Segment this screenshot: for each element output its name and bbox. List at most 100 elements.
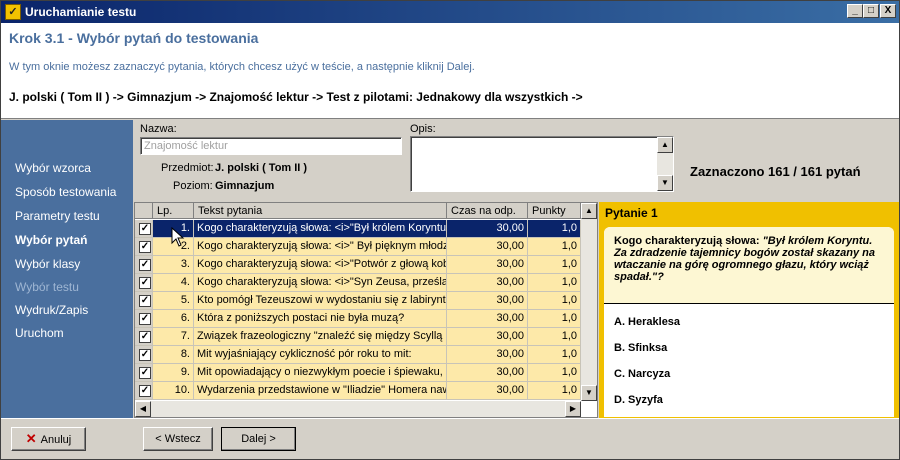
checkmark-icon[interactable]: ✓ [139, 277, 151, 289]
cell-text[interactable]: Wydarzenia przedstawione w "Iliadzie" Ho… [194, 382, 447, 400]
cell-points[interactable]: 1,0 [528, 382, 581, 400]
table-row[interactable]: ✓ 5. Kto pomógł Tezeuszowi w wydostaniu si… [135, 292, 581, 310]
checkmark-icon[interactable]: ✓ [139, 259, 151, 271]
cell-time[interactable]: 30,00 [447, 292, 528, 310]
cell-time[interactable]: 30,00 [447, 364, 528, 382]
column-header-lp[interactable]: Lp. [153, 203, 194, 219]
row-checkbox-cell[interactable]: ✓ [135, 238, 153, 256]
grid-horizontal-scrollbar[interactable]: ◀ ▶ [135, 401, 581, 417]
scroll-down-arrow-icon[interactable]: ▼ [657, 175, 673, 191]
cell-points[interactable]: 1,0 [528, 274, 581, 292]
sidebar-item-wybor-pytan[interactable]: Wybór pytań [15, 233, 87, 247]
column-header-check[interactable] [135, 203, 153, 219]
sidebar-item-wydruk-zapis[interactable]: Wydruk/Zapis [15, 303, 88, 317]
cell-points[interactable]: 1,0 [528, 292, 581, 310]
cell-text[interactable]: Związek frazeologiczny "znaleźć się międ… [194, 328, 447, 346]
table-row[interactable]: ✓ 8. Mit wyjaśniający cykliczność pór roku… [135, 346, 581, 364]
cell-text[interactable]: Mit wyjaśniający cykliczność pór roku to… [194, 346, 447, 364]
cell-points[interactable]: 1,0 [528, 346, 581, 364]
row-checkbox-cell[interactable]: ✓ [135, 346, 153, 364]
row-checkbox-cell[interactable]: ✓ [135, 256, 153, 274]
checkmark-icon[interactable]: ✓ [139, 331, 151, 343]
cell-time[interactable]: 30,00 [447, 238, 528, 256]
cell-text[interactable]: Kogo charakteryzują słowa: <i>"Był króle… [194, 220, 447, 238]
cell-points[interactable]: 1,0 [528, 256, 581, 274]
back-button[interactable]: < Wstecz [143, 427, 213, 451]
scroll-up-arrow-icon[interactable]: ▲ [581, 203, 597, 219]
cell-lp[interactable]: 9. [153, 364, 194, 382]
table-row[interactable]: ✓ 3. Kogo charakteryzują słowa: <i>"Potwór… [135, 256, 581, 274]
checkmark-icon[interactable]: ✓ [139, 313, 151, 325]
cell-time[interactable]: 30,00 [447, 382, 528, 400]
cell-time[interactable]: 30,00 [447, 220, 528, 238]
description-field[interactable]: ▲ ▼ [410, 136, 674, 192]
column-header-points[interactable]: Punkty [528, 203, 581, 219]
table-row[interactable]: ✓ 2. Kogo charakteryzują słowa: <i>" Był p… [135, 238, 581, 256]
row-checkbox-cell[interactable]: ✓ [135, 292, 153, 310]
cell-points[interactable]: 1,0 [528, 238, 581, 256]
cell-time[interactable]: 30,00 [447, 310, 528, 328]
sidebar-item-uruchom[interactable]: Uruchom [15, 326, 64, 340]
cell-text[interactable]: Kogo charakteryzują słowa: <i>"Syn Zeusa… [194, 274, 447, 292]
row-checkbox-cell[interactable]: ✓ [135, 328, 153, 346]
sidebar-item-sposob-testowania[interactable]: Sposób testowania [15, 185, 116, 199]
sidebar-item-wybor-wzorca[interactable]: Wybór wzorca [15, 161, 91, 175]
checkmark-icon[interactable]: ✓ [139, 223, 151, 235]
table-row[interactable]: ✓ 1. Kogo charakteryzują słowa: <i>"Był kr… [135, 220, 581, 238]
row-checkbox-cell[interactable]: ✓ [135, 220, 153, 238]
cell-text[interactable]: Która z poniższych postaci nie była muzą… [194, 310, 447, 328]
scroll-down-arrow-icon[interactable]: ▼ [581, 385, 597, 401]
sidebar-item-wybor-klasy[interactable]: Wybór klasy [15, 257, 80, 271]
cell-time[interactable]: 30,00 [447, 328, 528, 346]
checkmark-icon[interactable]: ✓ [139, 241, 151, 253]
answer-c: C. Narcyza [614, 368, 671, 380]
cell-text[interactable]: Mit opowiadający o niezwykłym poecie i ś… [194, 364, 447, 382]
cell-lp[interactable]: 3. [153, 256, 194, 274]
cell-time[interactable]: 30,00 [447, 256, 528, 274]
cell-time[interactable]: 30,00 [447, 274, 528, 292]
cell-points[interactable]: 1,0 [528, 364, 581, 382]
table-row[interactable]: ✓ 10. Wydarzenia przedstawione w "Iliadzie… [135, 382, 581, 400]
minimize-button[interactable]: _ [847, 4, 863, 18]
cancel-button[interactable]: ✕ Anuluj [11, 427, 86, 451]
close-button[interactable]: X [880, 4, 896, 18]
cell-points[interactable]: 1,0 [528, 220, 581, 238]
scroll-left-arrow-icon[interactable]: ◀ [135, 401, 151, 417]
grid-vertical-scrollbar[interactable]: ▲ ▼ [581, 203, 597, 401]
table-row[interactable]: ✓ 6. Która z poniższych postaci nie była m… [135, 310, 581, 328]
scroll-up-arrow-icon[interactable]: ▲ [657, 137, 673, 153]
cell-lp[interactable]: 4. [153, 274, 194, 292]
table-row[interactable]: ✓ 4. Kogo charakteryzują słowa: <i>"Syn Ze… [135, 274, 581, 292]
row-checkbox-cell[interactable]: ✓ [135, 310, 153, 328]
cell-lp[interactable]: 6. [153, 310, 194, 328]
checkmark-icon[interactable]: ✓ [139, 385, 151, 397]
maximize-button[interactable]: □ [863, 4, 879, 18]
cell-time[interactable]: 30,00 [447, 346, 528, 364]
row-checkbox-cell[interactable]: ✓ [135, 364, 153, 382]
cell-text[interactable]: Kogo charakteryzują słowa: <i>" Był pięk… [194, 238, 447, 256]
row-checkbox-cell[interactable]: ✓ [135, 382, 153, 400]
cell-points[interactable]: 1,0 [528, 328, 581, 346]
column-header-time[interactable]: Czas na odp. [447, 203, 528, 219]
table-row[interactable]: ✓ 7. Związek frazeologiczny "znaleźć się m… [135, 328, 581, 346]
row-checkbox-cell[interactable]: ✓ [135, 274, 153, 292]
title-bar[interactable]: ✓ Uruchamianie testu _ □ X [1, 1, 899, 23]
questions-grid[interactable]: Lp. Tekst pytania Czas na odp. Punkty ✓ 1… [134, 202, 598, 418]
checkmark-icon[interactable]: ✓ [139, 295, 151, 307]
name-field[interactable]: Znajomość lektur [140, 137, 402, 155]
scroll-right-arrow-icon[interactable]: ▶ [565, 401, 581, 417]
cell-lp[interactable]: 10. [153, 382, 194, 400]
cell-text[interactable]: Kogo charakteryzują słowa: <i>"Potwór z … [194, 256, 447, 274]
cell-points[interactable]: 1,0 [528, 310, 581, 328]
table-row[interactable]: ✓ 9. Mit opowiadający o niezwykłym poecie … [135, 364, 581, 382]
column-header-text[interactable]: Tekst pytania [194, 203, 447, 219]
next-button[interactable]: Dalej > [221, 427, 296, 451]
sidebar-item-parametry-testu[interactable]: Parametry testu [15, 209, 100, 223]
cell-lp[interactable]: 7. [153, 328, 194, 346]
checkmark-icon[interactable]: ✓ [139, 367, 151, 379]
cell-lp[interactable]: 5. [153, 292, 194, 310]
description-scrollbar[interactable]: ▲ ▼ [657, 137, 673, 191]
cell-text[interactable]: Kto pomógł Tezeuszowi w wydostaniu się z… [194, 292, 447, 310]
checkmark-icon[interactable]: ✓ [139, 349, 151, 361]
cell-lp[interactable]: 8. [153, 346, 194, 364]
